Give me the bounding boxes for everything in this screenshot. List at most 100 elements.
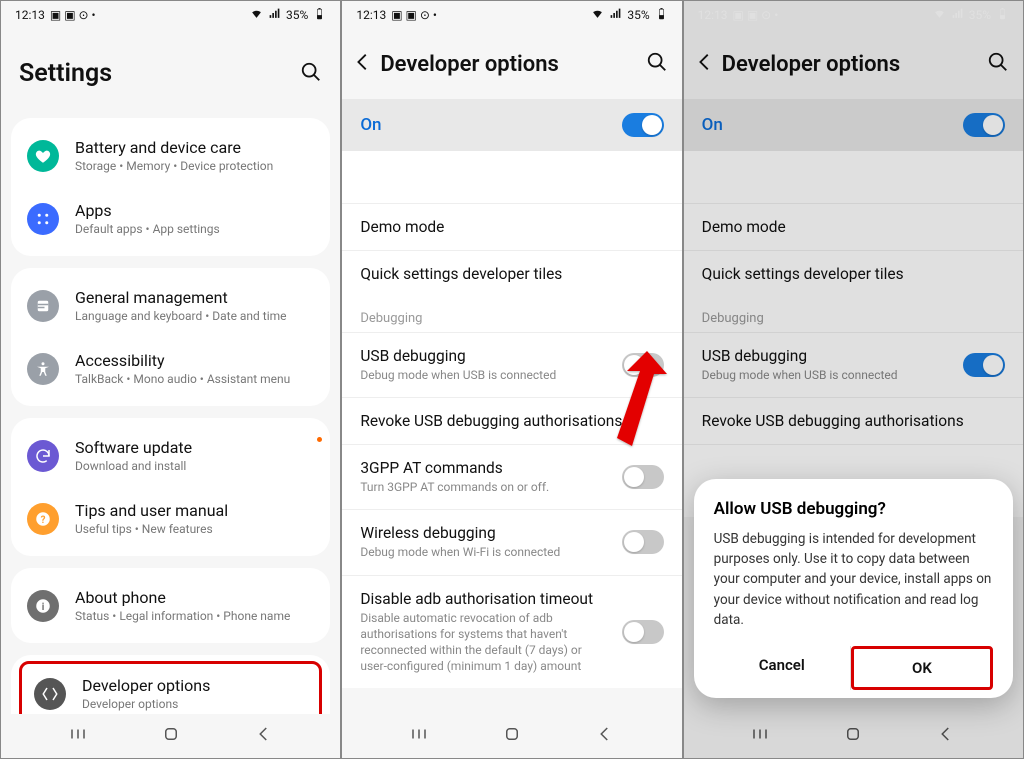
general-icon [27, 290, 59, 322]
svg-text:i: i [42, 601, 45, 612]
row-sub: Status • Legal information • Phone name [75, 609, 314, 623]
svg-text:?: ? [41, 514, 46, 525]
status-battery: 35% [969, 8, 991, 22]
row-title: Disable adb authorisation timeout [360, 590, 609, 608]
row-sub: Debug mode when Wi-Fi is connected [360, 544, 609, 560]
row-sub: Debug mode when USB is connected [702, 367, 951, 383]
revoke-auth-row: Revoke USB debugging authorisations [684, 397, 1023, 444]
row-title: Battery and device care [75, 138, 314, 157]
row-title: Quick settings developer tiles [360, 265, 663, 283]
wireless-toggle[interactable] [622, 530, 664, 554]
search-icon[interactable] [300, 61, 322, 87]
row-title: 3GPP AT commands [360, 459, 609, 477]
row-title: General management [75, 288, 314, 307]
signal-icon [609, 7, 622, 23]
search-icon[interactable] [987, 51, 1009, 77]
cancel-button[interactable]: Cancel [714, 646, 850, 690]
accessibility-icon [27, 353, 59, 385]
row-title: Wireless debugging [360, 524, 609, 542]
ok-button[interactable]: OK [851, 646, 993, 690]
wifi-icon [933, 7, 946, 23]
quick-tiles-row[interactable]: Quick settings developer tiles [342, 250, 681, 297]
nav-back-icon[interactable] [935, 725, 957, 747]
dev-header: Developer options [342, 29, 681, 99]
nav-home-icon[interactable] [501, 725, 523, 747]
master-toggle [963, 113, 1005, 137]
adb-toggle[interactable] [622, 620, 664, 644]
heart-icon [27, 140, 59, 172]
status-notif-icons: ▣ ▣ ⊙ • [391, 8, 437, 22]
row-sub: Language and keyboard • Date and time [75, 309, 314, 323]
nav-recents-icon[interactable] [408, 725, 430, 747]
dev-header: Developer options [684, 29, 1023, 99]
search-icon[interactable] [646, 51, 668, 77]
usb-debugging-row[interactable]: USB debugging Debug mode when USB is con… [342, 332, 681, 397]
nav-home-icon[interactable] [160, 725, 182, 747]
revoke-auth-row[interactable]: Revoke USB debugging authorisations [342, 397, 681, 444]
row-title: Apps [75, 201, 314, 220]
row-title: Quick settings developer tiles [702, 265, 1005, 283]
back-icon[interactable] [352, 51, 374, 77]
wifi-icon [250, 7, 263, 23]
settings-list[interactable]: Battery and device careStorage • Memory … [1, 118, 340, 714]
settings-card: General management Language and keyboard … [11, 268, 330, 406]
settings-row-developer-options[interactable]: Developer optionsDeveloper options [19, 661, 322, 714]
settings-row-about-phone[interactable]: iAbout phoneStatus • Legal information •… [11, 574, 330, 637]
apps-icon [27, 203, 59, 235]
status-notif-icons: ▣ ▣ ⊙ • [50, 8, 96, 22]
page-title: Developer options [380, 52, 645, 77]
settings-card: iAbout phoneStatus • Legal information •… [11, 568, 330, 643]
gpp-toggle[interactable] [622, 465, 664, 489]
gpp-row[interactable]: 3GPP AT commands Turn 3GPP AT commands o… [342, 444, 681, 509]
back-icon[interactable] [694, 51, 716, 77]
nav-bar [1, 714, 340, 758]
on-label: On [360, 115, 381, 135]
update-icon [27, 440, 59, 472]
settings-row-apps[interactable]: AppsDefault apps • App settings [11, 187, 330, 250]
tips-icon: ? [27, 503, 59, 535]
nav-home-icon[interactable] [842, 725, 864, 747]
master-toggle-row[interactable]: On [342, 99, 681, 151]
demo-mode-row[interactable]: Demo mode [342, 203, 681, 250]
master-toggle[interactable] [622, 113, 664, 137]
settings-row-battery-and-device-care[interactable]: Battery and device careStorage • Memory … [11, 124, 330, 187]
status-bar: 12:13 ▣ ▣ ⊙ • 35% [1, 1, 340, 29]
row-sub: Debug mode when USB is connected [360, 367, 609, 383]
status-battery: 35% [286, 8, 308, 22]
nav-recents-icon[interactable] [749, 725, 771, 747]
settings-header: Settings [1, 29, 340, 118]
screen-dev-options: 12:13 ▣ ▣ ⊙ • 35% Developer options On D… [342, 1, 681, 758]
usb-debugging-toggle[interactable] [622, 353, 664, 377]
status-time: 12:13 [356, 8, 386, 22]
row-sub: Useful tips • New features [75, 522, 314, 536]
settings-row-tips-and-user-manual[interactable]: ?Tips and user manualUseful tips • New f… [11, 487, 330, 550]
row-sub: TalkBack • Mono audio • Assistant menu [75, 372, 314, 386]
row-title: Software update [75, 438, 314, 457]
nav-bar [342, 714, 681, 758]
row-title: Demo mode [702, 218, 1005, 236]
demo-mode-row: Demo mode [684, 203, 1023, 250]
row-title: Revoke USB debugging authorisations [702, 412, 1005, 430]
nav-back-icon[interactable] [594, 725, 616, 747]
battery-icon [313, 7, 326, 23]
dev-list[interactable]: On Demo mode Quick settings developer ti… [342, 99, 681, 714]
dev-icon [34, 678, 66, 710]
section-debugging: Debugging [342, 297, 681, 332]
wireless-debugging-row[interactable]: Wireless debugging Debug mode when Wi-Fi… [342, 509, 681, 574]
settings-card: Battery and device careStorage • Memory … [11, 118, 330, 256]
settings-card: Software update Download and install ?Tips… [11, 418, 330, 556]
dialog-body: USB debugging is intended for developmen… [714, 529, 993, 630]
battery-icon [655, 7, 668, 23]
settings-row-software-update[interactable]: Software update Download and install [11, 424, 330, 487]
adb-timeout-row[interactable]: Disable adb authorisation timeout Disabl… [342, 575, 681, 689]
dialog-title: Allow USB debugging? [714, 499, 993, 519]
wifi-icon [591, 7, 604, 23]
nav-back-icon[interactable] [253, 725, 275, 747]
about-icon: i [27, 590, 59, 622]
row-sub: Download and install [75, 459, 314, 473]
nav-recents-icon[interactable] [67, 725, 89, 747]
settings-row-general-management[interactable]: General management Language and keyboard … [11, 274, 330, 337]
page-title: Settings [19, 59, 112, 88]
settings-row-accessibility[interactable]: AccessibilityTalkBack • Mono audio • Ass… [11, 337, 330, 400]
settings-card: Developer optionsDeveloper options [11, 655, 330, 714]
